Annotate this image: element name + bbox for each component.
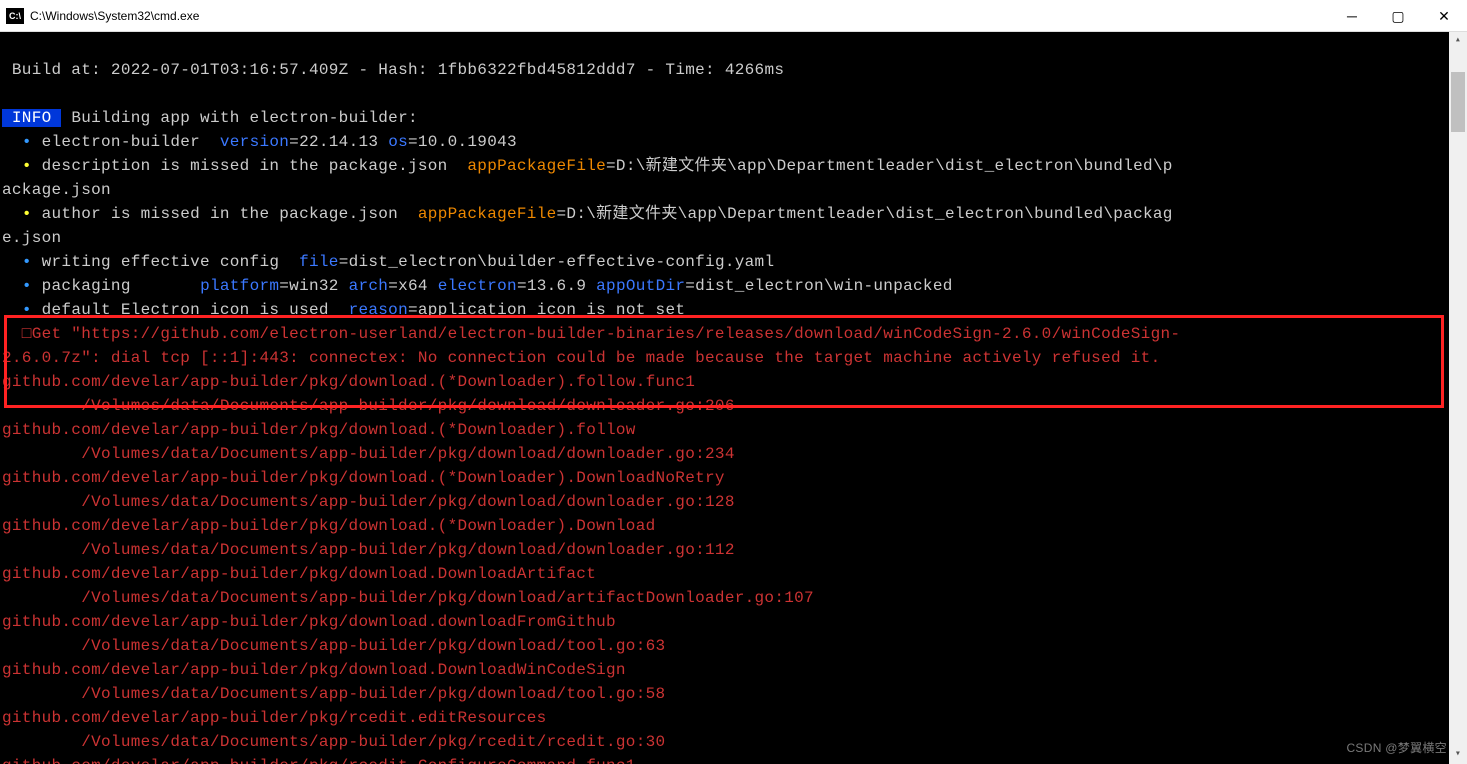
bullet-icon: •: [22, 157, 32, 175]
window-titlebar: C:\ C:\Windows\System32\cmd.exe ─ ▢ ✕: [0, 0, 1467, 32]
titlebar-left: C:\ C:\Windows\System32\cmd.exe: [0, 4, 199, 28]
close-button[interactable]: ✕: [1421, 0, 1467, 32]
minimize-button[interactable]: ─: [1329, 0, 1375, 32]
stack-line: /Volumes/data/Documents/app-builder/pkg/…: [2, 685, 665, 703]
stack-line: /Volumes/data/Documents/app-builder/pkg/…: [2, 637, 665, 655]
scroll-up-icon[interactable]: ▴: [1449, 32, 1467, 50]
bullet-icon: •: [22, 133, 32, 151]
error-line-3: github.com/develar/app-builder/pkg/downl…: [2, 373, 695, 391]
error-line-1: □Get "https://github.com/electron-userla…: [2, 325, 1180, 343]
stack-line: /Volumes/data/Documents/app-builder/pkg/…: [2, 589, 814, 607]
stack-line: /Volumes/data/Documents/app-builder/pkg/…: [2, 445, 735, 463]
config-line: writing effective config: [42, 253, 299, 271]
stack-line: github.com/develar/app-builder/pkg/downl…: [2, 661, 626, 679]
console-area[interactable]: Build at: 2022-07-01T03:16:57.409Z - Has…: [0, 32, 1467, 764]
stack-line: github.com/develar/app-builder/pkg/downl…: [2, 517, 656, 535]
stack-line: /Volumes/data/Documents/app-builder/pkg/…: [2, 733, 665, 751]
maximize-button[interactable]: ▢: [1375, 0, 1421, 32]
stack-line: /Volumes/data/Documents/app-builder/pkg/…: [2, 541, 735, 559]
stack-line: /Volumes/data/Documents/app-builder/pkg/…: [2, 493, 735, 511]
error-line-2: 2.6.0.7z": dial tcp [::1]:443: connectex…: [2, 349, 1160, 367]
packaging-line: packaging: [42, 277, 200, 295]
stack-line: github.com/develar/app-builder/pkg/downl…: [2, 421, 636, 439]
cmd-icon: C:\: [6, 8, 24, 24]
stack-line: github.com/develar/app-builder/pkg/downl…: [2, 469, 725, 487]
builder-line: electron-builder: [42, 133, 220, 151]
titlebar-controls: ─ ▢ ✕: [1329, 0, 1467, 32]
stack-line: github.com/develar/app-builder/pkg/rcedi…: [2, 709, 547, 727]
icon-line: default Electron icon is used: [42, 301, 349, 319]
bullet-icon: •: [22, 253, 32, 271]
scroll-thumb[interactable]: [1451, 72, 1465, 132]
scrollbar[interactable]: ▴ ▾: [1449, 32, 1467, 764]
window-title: C:\Windows\System32\cmd.exe: [30, 4, 199, 28]
author-line: author is missed in the package.json: [42, 205, 418, 223]
desc-line: description is missed in the package.jso…: [42, 157, 468, 175]
stack-line: github.com/develar/app-builder/pkg/rcedi…: [2, 757, 636, 764]
stack-line: github.com/develar/app-builder/pkg/downl…: [2, 613, 616, 631]
watermark: CSDN @梦翼横空: [1346, 736, 1447, 760]
stack-line: /Volumes/data/Documents/app-builder/pkg/…: [2, 397, 735, 415]
stack-line: github.com/develar/app-builder/pkg/downl…: [2, 565, 596, 583]
building-text: Building app with electron-builder:: [61, 109, 417, 127]
build-line: Build at: 2022-07-01T03:16:57.409Z - Has…: [2, 61, 784, 79]
bullet-icon: •: [22, 205, 32, 223]
scroll-down-icon[interactable]: ▾: [1449, 746, 1467, 764]
bullet-icon: •: [22, 301, 32, 319]
info-badge: INFO: [2, 109, 61, 127]
bullet-icon: •: [22, 277, 32, 295]
